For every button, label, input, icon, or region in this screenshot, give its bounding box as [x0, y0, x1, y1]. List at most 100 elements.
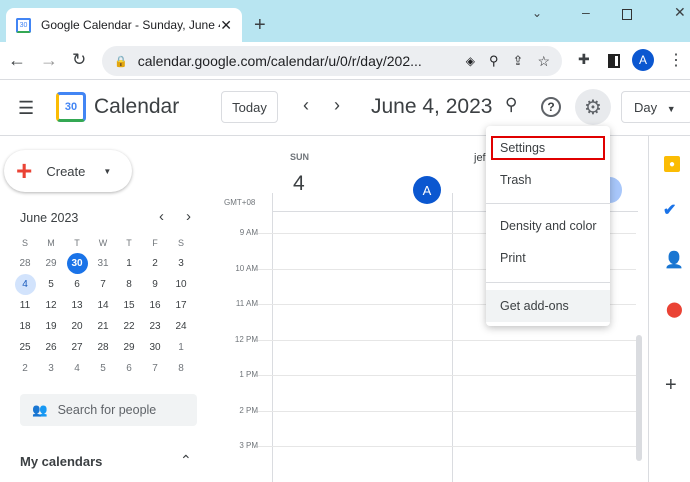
mini-calendar-day[interactable]: 29 — [41, 253, 62, 274]
contacts-icon[interactable]: 👤 — [664, 250, 684, 270]
highlight-box — [491, 136, 605, 160]
back-icon[interactable]: ← — [8, 50, 26, 71]
main-menu-icon[interactable]: ☰ — [18, 98, 34, 119]
mini-calendar-day[interactable]: 31 — [93, 253, 114, 274]
collapse-chevron-icon[interactable]: ⌃ — [180, 452, 192, 469]
mini-calendar-day[interactable]: 20 — [67, 316, 88, 337]
mini-calendar-day[interactable]: 6 — [119, 358, 140, 379]
mini-prev-month-icon[interactable]: ‹ — [159, 208, 164, 225]
profile-avatar[interactable]: A — [632, 49, 654, 71]
menu-item-density-color[interactable]: Density and color — [486, 210, 610, 242]
mini-calendar-day[interactable]: 3 — [171, 253, 192, 274]
timezone-label: GMT+08 — [224, 198, 256, 207]
menu-item-trash[interactable]: Trash — [486, 164, 610, 196]
mini-calendar-day[interactable]: 9 — [145, 274, 166, 295]
mini-calendar-day[interactable]: 16 — [145, 295, 166, 316]
mini-calendar-day[interactable]: 21 — [93, 316, 114, 337]
address-bar[interactable]: 🔒 calendar.google.com/calendar/u/0/r/day… — [102, 46, 562, 76]
keep-icon[interactable]: ● — [664, 156, 680, 172]
mini-calendar-day[interactable]: 2 — [15, 358, 36, 379]
search-people-input[interactable]: 👥 Search for people — [20, 394, 197, 426]
menu-item-get-addons[interactable]: Get add-ons — [486, 290, 610, 322]
mini-calendar-day[interactable]: 30 — [66, 253, 88, 274]
today-button[interactable]: Today — [221, 91, 278, 123]
mini-calendar-day[interactable]: 13 — [67, 295, 88, 316]
close-window-icon[interactable]: ✕ — [674, 4, 686, 21]
tab-search-chevron-icon[interactable]: ⌄ — [532, 6, 542, 20]
mini-calendar-day[interactable]: 18 — [15, 316, 36, 337]
mini-calendar-day[interactable]: 19 — [41, 316, 62, 337]
mini-calendar-day[interactable]: 29 — [119, 337, 140, 358]
minimize-icon[interactable]: – — [582, 4, 590, 20]
mini-calendar-day[interactable]: 1 — [119, 253, 140, 274]
mini-calendar-day[interactable]: 6 — [67, 274, 88, 295]
search-people-placeholder: Search for people — [57, 403, 157, 417]
day-name: SUN — [290, 152, 310, 162]
menu-icon[interactable]: ⋮ — [668, 50, 684, 70]
bookmark-star-icon[interactable]: ☆ — [537, 53, 550, 70]
browser-tab[interactable]: 30 Google Calendar - Sunday, June 4 ✕ — [6, 8, 242, 42]
mini-calendar-day[interactable]: 8 — [171, 358, 192, 379]
search-icon[interactable]: ⚲ — [505, 95, 517, 115]
get-addons-plus-icon[interactable]: + — [665, 374, 677, 397]
side-panel: ● ✔ 👤 ⬤ + — [648, 136, 690, 482]
close-tab-icon[interactable]: ✕ — [220, 17, 232, 34]
browser-tab-bar: 30 Google Calendar - Sunday, June 4 ✕ + … — [0, 0, 690, 42]
create-label: Create — [46, 163, 86, 179]
mini-calendar-day[interactable]: 15 — [119, 295, 140, 316]
hour-label: 12 PM — [234, 334, 258, 344]
mini-calendar-day[interactable]: 3 — [41, 358, 62, 379]
mini-calendar-day[interactable]: 2 — [145, 253, 166, 274]
mini-calendar-day[interactable]: 4 — [67, 358, 88, 379]
view-select[interactable]: Day ▼ — [621, 91, 690, 123]
scrollbar[interactable] — [636, 335, 642, 461]
calendar-logo: 30 — [56, 92, 86, 122]
weekday-label: S — [177, 238, 184, 248]
help-icon[interactable]: ? — [541, 97, 561, 117]
extensions-icon[interactable]: ✚ — [578, 51, 590, 68]
mini-calendar-day[interactable]: 8 — [119, 274, 140, 295]
mini-calendar-day[interactable]: 28 — [15, 253, 36, 274]
mini-calendar-day[interactable]: 7 — [145, 358, 166, 379]
zoom-icon[interactable]: ⚲ — [489, 53, 499, 69]
maps-icon[interactable]: ⬤ — [666, 300, 683, 318]
reload-icon[interactable]: ↻ — [72, 50, 86, 70]
tab-title: Google Calendar - Sunday, June 4 — [41, 18, 221, 32]
mini-calendar-day[interactable]: 30 — [145, 337, 166, 358]
menu-item-print[interactable]: Print — [486, 242, 610, 274]
mini-calendar-day[interactable]: 22 — [119, 316, 140, 337]
mini-calendar-day[interactable]: 7 — [93, 274, 114, 295]
mini-calendar-day[interactable]: 25 — [15, 337, 36, 358]
mini-next-month-icon[interactable]: › — [186, 208, 191, 225]
people-icon: 👥 — [32, 403, 48, 417]
mini-calendar-day[interactable]: 27 — [67, 337, 88, 358]
side-panel-icon[interactable] — [608, 54, 620, 68]
mini-calendar-day[interactable]: 11 — [15, 295, 36, 316]
mini-calendar-day[interactable]: 17 — [171, 295, 192, 316]
settings-menu: Settings Trash Density and color Print G… — [486, 126, 610, 326]
prev-day-icon[interactable]: ‹ — [303, 95, 309, 116]
mini-calendar-month: June 2023 — [20, 211, 79, 225]
lens-icon[interactable]: ◈ — [466, 54, 475, 68]
share-icon[interactable]: ⇪ — [513, 53, 524, 69]
settings-gear-icon[interactable]: ⚙ — [575, 89, 611, 125]
new-tab-icon[interactable]: + — [254, 14, 266, 37]
forward-icon[interactable]: → — [40, 50, 58, 71]
mini-calendar-day[interactable]: 4 — [14, 274, 36, 295]
mini-calendar-day[interactable]: 10 — [171, 274, 192, 295]
mini-calendar-day[interactable]: 28 — [93, 337, 114, 358]
maximize-icon[interactable] — [622, 9, 632, 20]
mini-calendar-day[interactable]: 5 — [93, 358, 114, 379]
mini-calendar-day[interactable]: 5 — [41, 274, 62, 295]
mini-calendar-day[interactable]: 26 — [41, 337, 62, 358]
mini-calendar-day[interactable]: 24 — [171, 316, 192, 337]
next-day-icon[interactable]: › — [334, 95, 340, 116]
tasks-icon[interactable]: ✔ — [663, 200, 676, 220]
create-button[interactable]: + Create ▼ — [4, 150, 132, 192]
day-number[interactable]: 4 — [293, 172, 305, 196]
mini-calendar-day[interactable]: 1 — [171, 337, 192, 358]
mini-calendar-day[interactable]: 12 — [41, 295, 62, 316]
mini-calendar-day[interactable]: 14 — [93, 295, 114, 316]
mini-calendar-day[interactable]: 23 — [145, 316, 166, 337]
my-calendars-heading[interactable]: My calendars — [20, 454, 102, 469]
